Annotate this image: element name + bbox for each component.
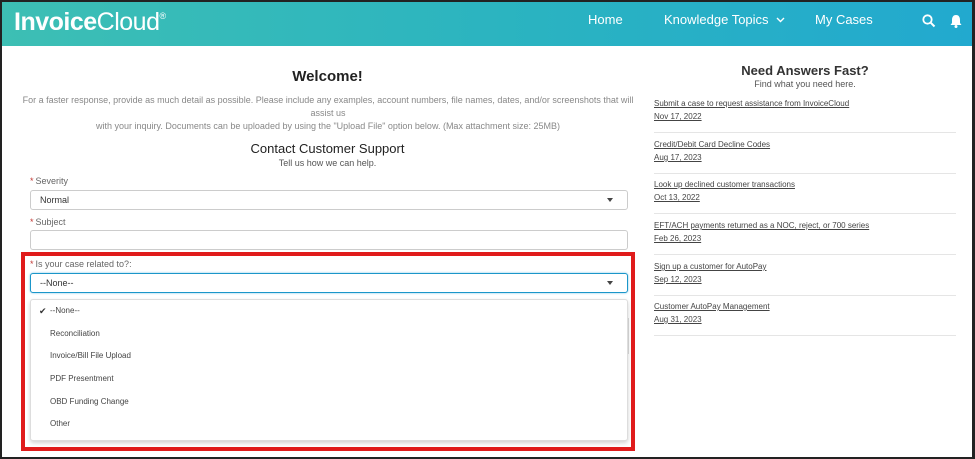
subject-input[interactable]	[30, 230, 628, 250]
article-date: Aug 31, 2023	[654, 315, 702, 324]
required-marker: *	[30, 259, 34, 269]
article-date: Feb 26, 2023	[654, 234, 702, 243]
top-navigation-bar: InvoiceCloud® Home Knowledge Topics My C…	[0, 0, 975, 46]
caret-down-icon	[607, 198, 613, 202]
chevron-down-icon	[776, 17, 785, 23]
subject-label-text: Subject	[35, 217, 66, 227]
article-date: Sep 12, 2023	[654, 275, 702, 284]
severity-label-text: Severity	[35, 176, 69, 186]
bell-icon[interactable]	[948, 13, 964, 29]
article-link[interactable]: Customer AutoPay Management	[654, 302, 956, 311]
intro-text: For a faster response, provide as much d…	[18, 94, 638, 133]
subject-label: * Subject	[30, 217, 66, 227]
article-date: Oct 13, 2022	[654, 193, 700, 202]
severity-select[interactable]: Normal	[30, 190, 628, 210]
knowledge-article: Sign up a customer for AutoPay Sep 12, 2…	[654, 262, 956, 296]
option-other[interactable]: Other	[31, 414, 627, 434]
intro-line-1: For a faster response, provide as much d…	[22, 95, 634, 118]
option-label: Other	[50, 419, 71, 428]
option-reconciliation[interactable]: Reconciliation	[31, 324, 627, 344]
intro-line-2: with your inquiry. Documents can be uplo…	[96, 121, 560, 131]
article-link[interactable]: Look up declined customer transactions	[654, 180, 956, 189]
knowledge-article: EFT/ACH payments returned as a NOC, reje…	[654, 221, 956, 255]
search-icon[interactable]	[921, 13, 937, 29]
divider	[654, 335, 956, 336]
case-related-select[interactable]: --None--	[30, 273, 628, 293]
invoicecloud-logo[interactable]: InvoiceCloud®	[14, 8, 166, 37]
knowledge-article: Customer AutoPay Management Aug 31, 2023	[654, 302, 956, 336]
knowledge-article: Credit/Debit Card Decline Codes Aug 17, …	[654, 140, 956, 174]
welcome-heading: Welcome!	[292, 68, 363, 85]
divider	[654, 254, 956, 255]
article-link[interactable]: Sign up a customer for AutoPay	[654, 262, 956, 271]
nav-knowledge-topics[interactable]: Knowledge Topics	[664, 12, 785, 27]
related-label: * Is your case related to?:	[30, 259, 132, 269]
knowledge-article: Look up declined customer transactions O…	[654, 180, 956, 214]
article-link[interactable]: Credit/Debit Card Decline Codes	[654, 140, 956, 149]
check-icon: ✔	[39, 306, 47, 316]
knowledge-article: Submit a case to request assistance from…	[654, 99, 956, 133]
contact-support-subheading: Tell us how we can help.	[278, 158, 377, 168]
article-link[interactable]: EFT/ACH payments returned as a NOC, reje…	[654, 221, 956, 230]
need-answers-subheading: Find what you need here.	[754, 79, 856, 89]
option-obd-funding-change[interactable]: OBD Funding Change	[31, 392, 627, 412]
divider	[654, 173, 956, 174]
nav-my-cases[interactable]: My Cases	[815, 12, 873, 27]
option-label: --None--	[50, 306, 80, 315]
case-related-dropdown-list: ✔ --None-- Reconciliation Invoice/Bill F…	[30, 299, 628, 441]
caret-down-icon	[607, 281, 613, 285]
severity-selected-value: Normal	[40, 195, 70, 205]
required-marker: *	[30, 217, 34, 227]
divider	[654, 295, 956, 296]
option-none[interactable]: ✔ --None--	[31, 301, 627, 321]
option-pdf-presentment[interactable]: PDF Presentment	[31, 369, 627, 389]
article-date: Nov 17, 2022	[654, 112, 702, 121]
case-related-selected-value: --None--	[40, 278, 74, 288]
divider	[654, 132, 956, 133]
article-link[interactable]: Submit a case to request assistance from…	[654, 99, 956, 108]
nav-home[interactable]: Home	[588, 12, 623, 27]
divider	[654, 213, 956, 214]
option-label: OBD Funding Change	[50, 397, 129, 406]
related-label-text: Is your case related to?:	[35, 259, 132, 269]
contact-support-heading: Contact Customer Support	[250, 141, 405, 156]
severity-label: * Severity	[30, 176, 68, 186]
option-label: Invoice/Bill File Upload	[50, 351, 131, 360]
article-date: Aug 17, 2023	[654, 153, 702, 162]
option-label: Reconciliation	[50, 329, 100, 338]
option-label: PDF Presentment	[50, 374, 114, 383]
option-invoice-bill-file-upload[interactable]: Invoice/Bill File Upload	[31, 346, 627, 366]
required-marker: *	[30, 176, 34, 186]
need-answers-heading: Need Answers Fast?	[741, 63, 869, 78]
nav-knowledge-topics-label: Knowledge Topics	[664, 12, 769, 27]
